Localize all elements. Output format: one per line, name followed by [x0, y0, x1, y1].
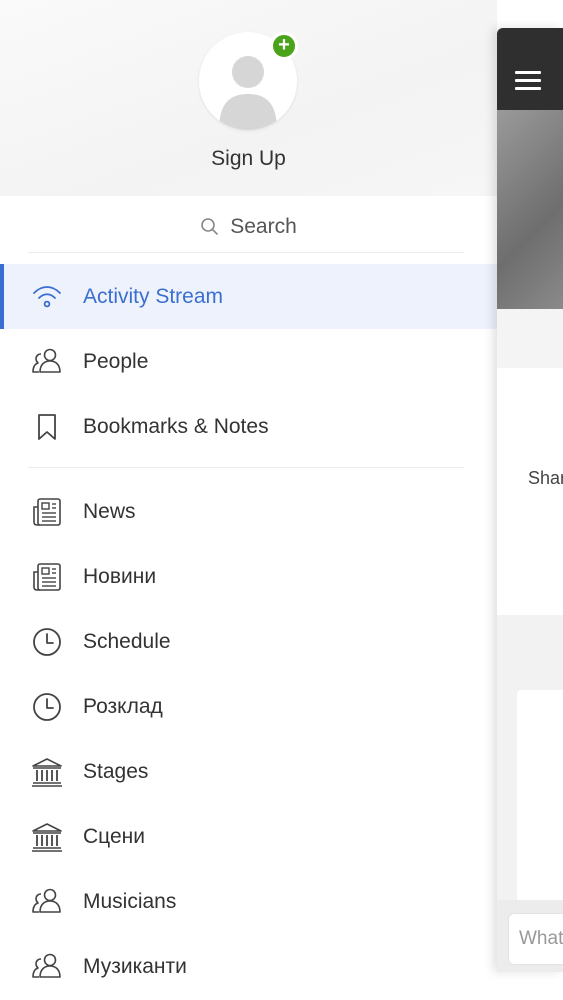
- menu-item-label: Новини: [83, 564, 157, 588]
- menu-item-bookmarks-notes[interactable]: Bookmarks & Notes: [0, 394, 497, 459]
- menu-item-label: News: [83, 499, 136, 523]
- people-icon: [32, 888, 61, 913]
- newspaper-icon: [33, 497, 61, 526]
- menu-item-schedule[interactable]: Schedule: [0, 609, 497, 674]
- search-label: Search: [230, 215, 297, 238]
- clock-icon: [33, 692, 61, 721]
- menu-item-musicians[interactable]: Musicians: [0, 869, 497, 934]
- menu-item-rozklad[interactable]: Розклад: [0, 674, 497, 739]
- sign-up-link[interactable]: Sign Up: [0, 147, 497, 171]
- search-bar[interactable]: Search: [0, 204, 497, 250]
- divider: [28, 467, 464, 468]
- menu-item-muzykanty[interactable]: Музиканти: [0, 934, 497, 999]
- newspaper-icon: [33, 562, 61, 591]
- menu-item-label: Musicians: [83, 889, 177, 913]
- app-header: [497, 28, 563, 110]
- clock-icon: [33, 627, 61, 656]
- menu-item-stages[interactable]: Stages: [0, 739, 497, 804]
- menu-item-news[interactable]: News: [0, 479, 497, 544]
- bookmark-icon: [38, 413, 56, 440]
- menu-item-label: Activity Stream: [83, 284, 224, 308]
- main-content-panel[interactable]: Shar What: [497, 28, 563, 972]
- menu-item-label: Bookmarks & Notes: [83, 414, 269, 438]
- profile-header: + Sign Up: [0, 0, 497, 196]
- cover-image: [497, 110, 563, 309]
- search-icon: [201, 218, 219, 235]
- add-photo-button[interactable]: +: [270, 32, 298, 60]
- menu-item-people[interactable]: People: [0, 329, 497, 394]
- menu-item-label: Музиканти: [83, 954, 187, 978]
- building-icon: [32, 757, 62, 787]
- wifi-icon: [33, 285, 61, 307]
- share-text[interactable]: Shar: [528, 468, 563, 489]
- menu-item-label: Stages: [83, 759, 149, 783]
- compose-input[interactable]: What: [508, 913, 563, 965]
- people-icon: [32, 953, 61, 978]
- menu-item-stseny[interactable]: Сцени: [0, 804, 497, 869]
- building-icon: [32, 822, 62, 852]
- menu-item-label: Розклад: [83, 694, 163, 718]
- share-card: [497, 368, 563, 615]
- hamburger-menu-icon[interactable]: [515, 71, 541, 91]
- menu-item-label: Сцени: [83, 824, 145, 848]
- tab-strip: [497, 309, 563, 368]
- people-icon: [32, 348, 61, 373]
- divider: [28, 252, 464, 253]
- menu-item-novyny[interactable]: Новини: [0, 544, 497, 609]
- menu-item-label: Schedule: [83, 629, 171, 653]
- menu-list: Activity Stream People Bookmarks & Notes: [0, 264, 497, 999]
- menu-item-activity-stream[interactable]: Activity Stream: [0, 264, 497, 329]
- menu-item-label: People: [83, 349, 149, 373]
- feed-card: [517, 690, 563, 905]
- navigation-drawer: + Sign Up Search Activity Stream People: [0, 0, 497, 1000]
